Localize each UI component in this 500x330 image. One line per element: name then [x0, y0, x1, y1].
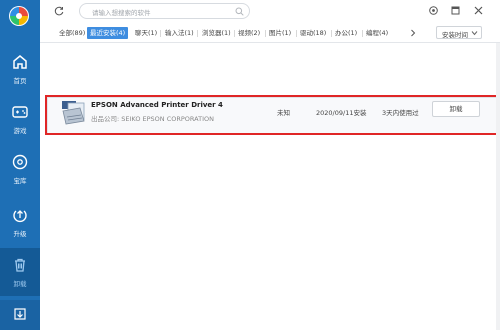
- tab-divider: [197, 30, 198, 37]
- tab-browser[interactable]: 浏览器(1): [202, 27, 231, 39]
- sort-dropdown-label: 安装时间: [442, 31, 468, 39]
- tab-video[interactable]: 视频(2): [238, 27, 260, 39]
- search-input[interactable]: 请输入想搜索的软件: [79, 3, 250, 19]
- sidebar-item-home[interactable]: 首页: [0, 45, 40, 93]
- tab-divider: [234, 30, 235, 37]
- tab-drivers[interactable]: 驱动(18): [300, 27, 326, 39]
- chevron-right-icon[interactable]: [410, 29, 416, 37]
- maximize-icon[interactable]: [450, 5, 461, 16]
- search-placeholder: 请输入想搜索的软件: [92, 9, 151, 17]
- sidebar-item-upgrade[interactable]: 升级: [0, 198, 40, 246]
- tab-office[interactable]: 办公(1): [335, 27, 357, 39]
- home-icon: [13, 55, 27, 69]
- top-bar: 请输入想搜索的软件: [40, 0, 500, 22]
- sidebar-item-uninstall[interactable]: 卸载: [0, 248, 40, 296]
- tab-all[interactable]: 全部(89): [59, 27, 85, 39]
- tab-divider: [296, 30, 297, 37]
- tab-divider: [160, 30, 161, 37]
- chevron-down-icon: [471, 31, 478, 36]
- sidebar-item-label: 游戏: [13, 127, 27, 135]
- download-icon: [14, 308, 26, 320]
- sidebar-download-button[interactable]: [0, 300, 40, 330]
- tab-programming[interactable]: 编程(4): [366, 27, 388, 39]
- scrollbar-track[interactable]: [496, 43, 500, 330]
- sidebar: 首页 游戏 宝库 升级 卸载: [0, 0, 40, 330]
- tab-divider: [362, 30, 363, 37]
- disc-icon: [12, 154, 28, 170]
- settings-icon[interactable]: [428, 5, 439, 16]
- sidebar-item-label: 首页: [13, 77, 27, 85]
- highlight-box: [45, 95, 500, 135]
- sidebar-item-treasury[interactable]: 宝库: [0, 145, 40, 193]
- app-list: EPSON Advanced Printer Driver 4 出品公司: SE…: [40, 43, 500, 330]
- tab-input-method[interactable]: 输入法(1): [165, 27, 194, 39]
- tab-divider: [265, 30, 266, 37]
- tab-chat[interactable]: 聊天(1): [135, 27, 157, 39]
- search-icon[interactable]: [235, 7, 244, 16]
- upgrade-icon: [13, 210, 27, 223]
- refresh-icon[interactable]: [54, 6, 64, 16]
- tab-recent-installs[interactable]: 最近安装(4): [87, 27, 129, 39]
- close-icon[interactable]: [473, 5, 484, 16]
- sidebar-item-label: 宝库: [13, 177, 27, 185]
- gamepad-icon: [12, 106, 28, 118]
- sidebar-item-label: 升级: [13, 230, 27, 238]
- tab-divider: [331, 30, 332, 37]
- sidebar-item-label: 卸载: [13, 280, 27, 288]
- sidebar-item-games[interactable]: 游戏: [0, 95, 40, 143]
- app-logo-icon: [9, 6, 29, 26]
- sort-dropdown[interactable]: 安装时间: [436, 26, 482, 39]
- category-tabs: 全部(89) 最近安装(4) 聊天(1) 输入法(1) 浏览器(1) 视频(2)…: [40, 22, 500, 43]
- tab-images[interactable]: 图片(1): [269, 27, 291, 39]
- trash-icon: [15, 258, 25, 272]
